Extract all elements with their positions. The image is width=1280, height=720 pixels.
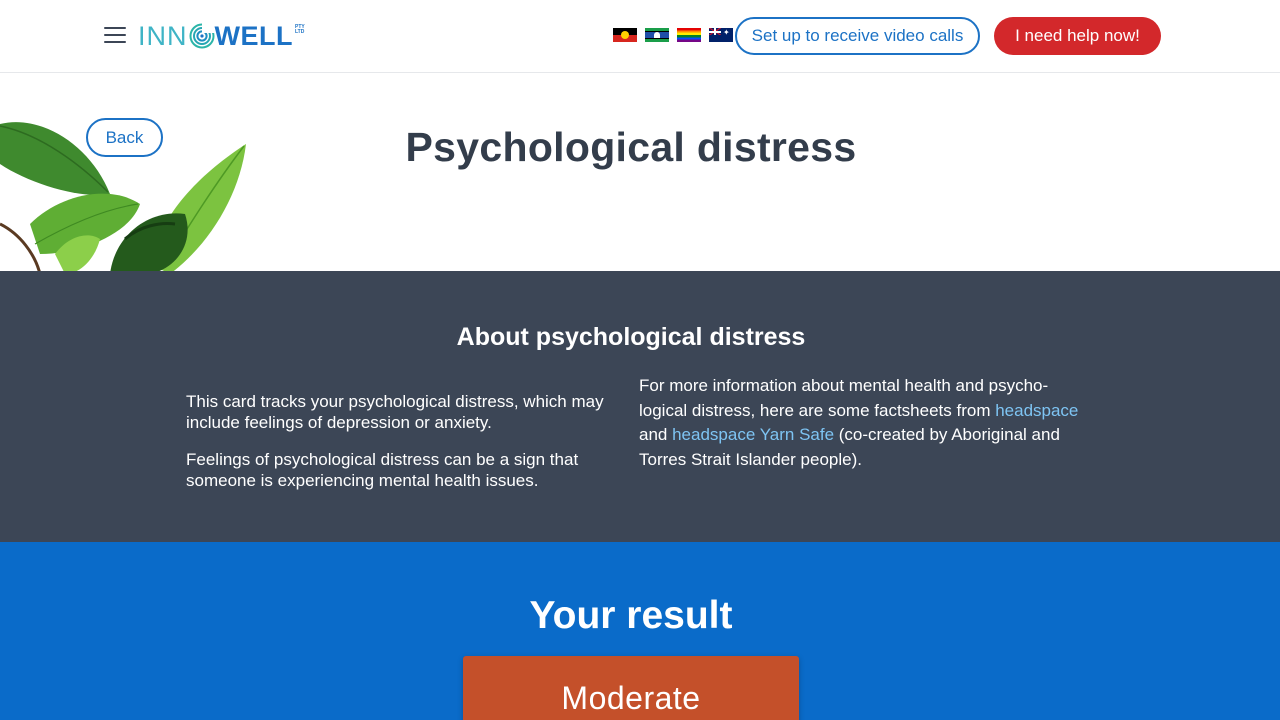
headspace-link[interactable]: headspace [995,401,1078,420]
more-info-text-1: For more information about mental health… [639,376,1049,420]
logo-pty-text: PTY LTD [294,24,305,35]
top-header: INN WELL PTY LTD Set up to receive video… [0,0,1280,73]
about-more-info: For more information about mental health… [639,374,1089,472]
result-section: Your result Moderate [0,542,1280,720]
setup-video-calls-button[interactable]: Set up to receive video calls [735,17,980,55]
about-description: This card tracks your psychological dist… [186,391,616,491]
hamburger-menu-icon[interactable] [104,25,126,45]
logo-swirl-icon [189,23,215,49]
rainbow-pride-flag-icon [677,28,701,42]
hero-section: Back Psychological distress [0,74,1280,271]
result-title: Your result [529,594,733,637]
torres-strait-islander-flag-icon [645,28,669,42]
headspace-yarn-safe-link[interactable]: headspace Yarn Safe [672,425,834,444]
about-paragraph-1: This card tracks your psychological dist… [186,392,604,432]
result-value: Moderate [561,680,701,716]
about-paragraph-2: Feelings of psychological distress can b… [186,450,579,490]
result-card: Moderate [463,656,799,720]
logo-inn-text: INN [138,20,188,51]
australian-flag-icon [709,28,733,42]
aboriginal-flag-icon [613,28,637,42]
page-title: Psychological distress [405,124,857,170]
about-section: About psychological distress This card t… [0,271,1280,542]
need-help-now-button[interactable]: I need help now! [994,17,1161,55]
logo-well-text: WELL [214,20,293,51]
more-info-text-2: and [639,425,673,444]
flags-group [613,28,733,42]
innowell-logo[interactable]: INN WELL PTY LTD [138,21,305,51]
about-title: About psychological distress [456,323,806,351]
